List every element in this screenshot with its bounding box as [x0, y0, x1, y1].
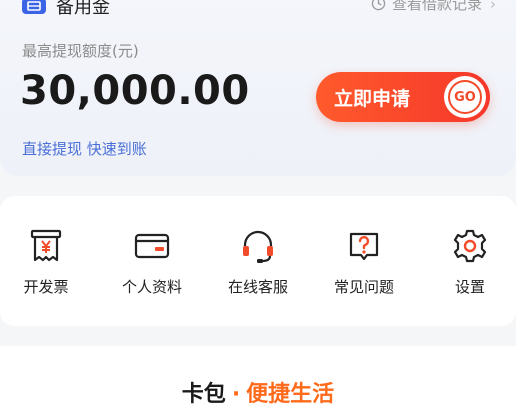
card-icon [134, 233, 170, 259]
loan-card: 备用金 查看借款记录 › 最高提现额度(元) 30,000.00 立即申请 GO… [0, 0, 516, 176]
loan-history-link[interactable]: 查看借款记录 › [371, 0, 496, 14]
credit-amount: 30,000.00 [20, 68, 250, 114]
chevron-right-icon: › [490, 0, 496, 13]
clock-icon [371, 0, 386, 11]
shortcut-label: 设置 [454, 278, 485, 296]
shortcut-label: 在线客服 [227, 278, 288, 296]
shortcut-label: 开发票 [23, 278, 69, 296]
headset-icon [243, 230, 273, 263]
gear-icon [453, 229, 487, 263]
shortcut-panel: 开发票 个人资料 在线客服 常见问题 设置 [0, 196, 516, 326]
go-badge-label: GO [448, 80, 482, 114]
section-title-separator: · [231, 382, 241, 407]
tagline: 直接提现 快速到账 [22, 140, 147, 158]
go-badge: GO [444, 76, 486, 118]
shortcut-label: 常见问题 [333, 278, 394, 296]
limit-label: 最高提现额度(元) [22, 42, 139, 60]
card-wallet-section: 卡包 · 便捷生活 [0, 346, 516, 413]
invoice-icon [30, 229, 62, 262]
section-title: 卡包 · 便捷生活 [0, 376, 516, 408]
wallet-icon [22, 0, 46, 14]
shortcut-label: 个人资料 [121, 278, 182, 296]
section-title-highlight: 便捷生活 [246, 382, 335, 407]
product-name: 备用金 [56, 0, 110, 18]
shortcut-settings[interactable]: 设置 [420, 226, 516, 297]
question-icon [349, 232, 379, 261]
apply-button-label: 立即申请 [334, 87, 411, 110]
section-title-main: 卡包 [181, 382, 226, 407]
history-link-label: 查看借款记录 [391, 0, 482, 13]
shortcut-invoice[interactable]: 开发票 [0, 226, 96, 297]
shortcut-profile[interactable]: 个人资料 [102, 226, 202, 297]
apply-button[interactable]: 立即申请 GO [316, 72, 490, 122]
shortcut-faq[interactable]: 常见问题 [314, 226, 414, 297]
shortcut-support[interactable]: 在线客服 [208, 226, 308, 297]
